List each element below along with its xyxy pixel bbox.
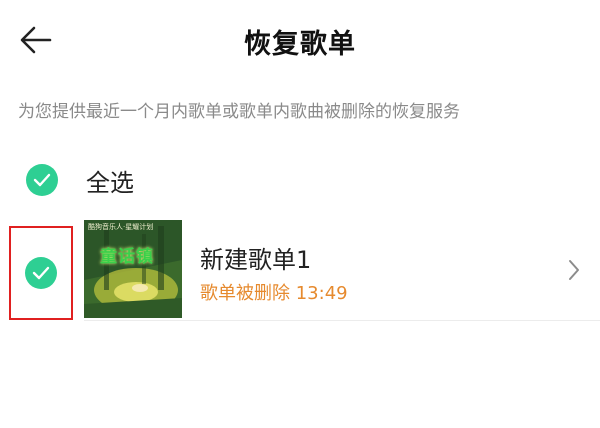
cover-title: 童话镇	[100, 247, 154, 267]
header: 恢复歌单	[0, 0, 600, 84]
cover-art-image	[84, 220, 182, 318]
chevron-right-icon[interactable]	[566, 258, 582, 282]
checkmark-icon	[32, 266, 50, 280]
playlist-checkbox-highlight	[9, 226, 73, 320]
cover-caption: 酷狗音乐人·星耀计划	[88, 223, 154, 231]
select-all-checkbox[interactable]	[26, 164, 58, 196]
playlist-status: 歌单被删除 13:49	[200, 283, 348, 304]
select-all-toggle[interactable]: 全选	[26, 162, 134, 198]
restore-description: 为您提供最近一个月内歌单或歌单内歌曲被删除的恢复服务	[18, 102, 460, 122]
row-divider	[84, 320, 600, 321]
playlist-checkbox[interactable]	[25, 257, 57, 289]
page-title: 恢复歌单	[244, 29, 356, 60]
playlist-row[interactable]: 酷狗音乐人·星耀计划 童话镇 新建歌单1 歌单被删除 13:49	[0, 216, 600, 320]
restore-playlist-page: 恢复歌单 为您提供最近一个月内歌单或歌单内歌曲被删除的恢复服务 全选 酷狗音乐人…	[0, 0, 600, 428]
playlist-name: 新建歌单1	[200, 246, 312, 274]
playlist-cover: 酷狗音乐人·星耀计划 童话镇	[84, 220, 182, 318]
select-all-label: 全选	[86, 168, 134, 197]
checkmark-icon	[33, 173, 51, 187]
